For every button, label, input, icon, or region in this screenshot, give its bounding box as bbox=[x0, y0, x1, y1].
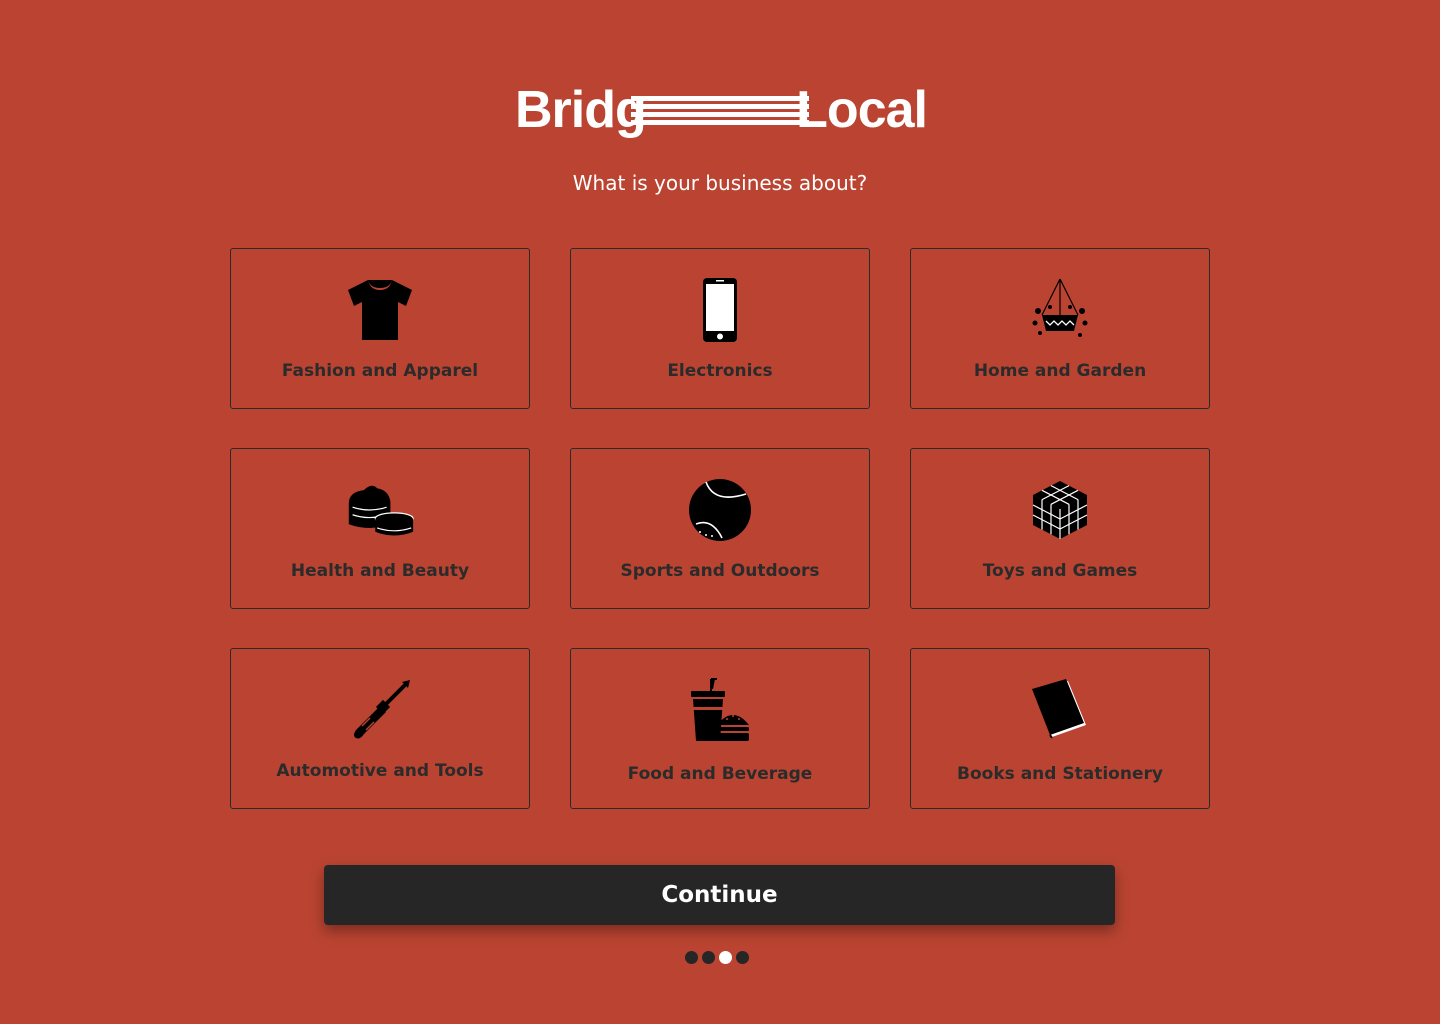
category-label: Automotive and Tools bbox=[276, 761, 484, 781]
step-dot bbox=[702, 951, 715, 964]
logo-text-right: Local bbox=[796, 81, 928, 139]
logo-stripes bbox=[631, 96, 809, 126]
hanging-planter-icon bbox=[1025, 275, 1095, 345]
book-icon bbox=[1025, 675, 1095, 745]
category-card-books-stationery[interactable]: Books and Stationery bbox=[910, 648, 1210, 809]
drink-burger-icon bbox=[685, 675, 755, 745]
category-card-automotive-tools[interactable]: Automotive and Tools bbox=[230, 648, 530, 809]
category-card-electronics[interactable]: Electronics bbox=[570, 248, 870, 409]
category-label: Toys and Games bbox=[982, 561, 1138, 581]
category-card-home-garden[interactable]: Home and Garden bbox=[910, 248, 1210, 409]
category-card-toys-games[interactable]: Toys and Games bbox=[910, 448, 1210, 609]
cream-jars-icon bbox=[345, 475, 415, 545]
category-grid: Fashion and Apparel Electronics Home and… bbox=[230, 248, 1210, 809]
category-card-health-beauty[interactable]: Health and Beauty bbox=[230, 448, 530, 609]
category-label: Books and Stationery bbox=[957, 764, 1163, 784]
category-label: Sports and Outdoors bbox=[620, 561, 820, 581]
step-indicator bbox=[685, 951, 749, 964]
continue-button[interactable]: Continue bbox=[324, 865, 1115, 925]
logo-text-left: Bridg bbox=[515, 81, 647, 139]
category-label: Fashion and Apparel bbox=[281, 361, 479, 381]
step-dot-active bbox=[719, 951, 732, 964]
page-subtitle: What is your business about? bbox=[572, 171, 868, 195]
step-dot bbox=[736, 951, 749, 964]
category-card-sports-outdoors[interactable]: Sports and Outdoors bbox=[570, 448, 870, 609]
step-dot bbox=[685, 951, 698, 964]
category-label: Home and Garden bbox=[973, 361, 1147, 381]
brand-logo: Bridg Local bbox=[515, 80, 928, 140]
rubiks-cube-icon bbox=[1025, 475, 1095, 545]
tennis-ball-icon bbox=[685, 475, 755, 545]
category-card-fashion[interactable]: Fashion and Apparel bbox=[230, 248, 530, 409]
smartphone-icon bbox=[685, 275, 755, 345]
category-label: Food and Beverage bbox=[627, 764, 813, 784]
tshirt-icon bbox=[345, 275, 415, 345]
category-label: Electronics bbox=[667, 361, 773, 381]
category-label: Health and Beauty bbox=[290, 561, 470, 581]
screwdriver-icon bbox=[345, 675, 415, 745]
category-card-food-beverage[interactable]: Food and Beverage bbox=[570, 648, 870, 809]
